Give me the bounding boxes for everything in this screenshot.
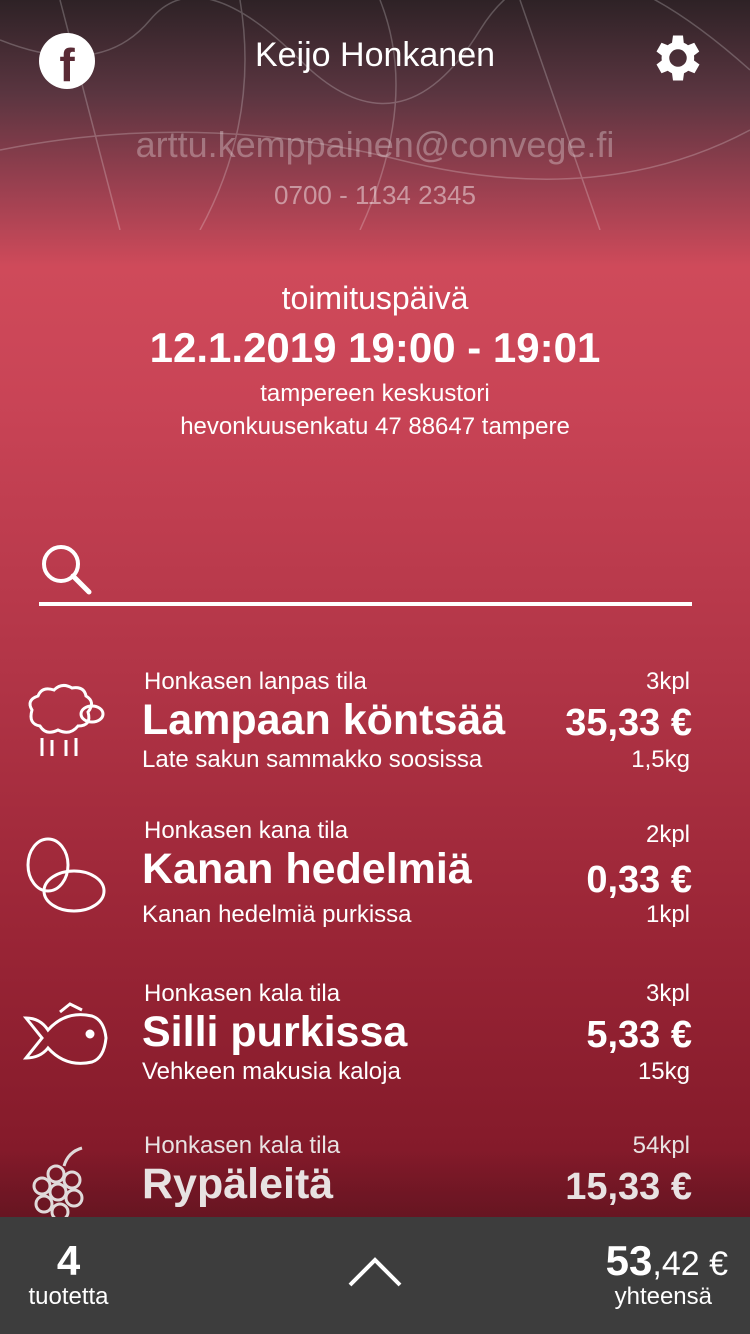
product-weight: 15kg (637, 1058, 690, 1085)
farm-name: Honkasen kala tila (144, 1132, 341, 1159)
delivery-place: tampereen keskustori (260, 380, 490, 407)
product-description: Late sakun sammakko soosissa (142, 746, 483, 773)
cart-footer: 4 tuotetta 53,42 € yhteensä (0, 1217, 750, 1334)
item-count-label: tuotetta (28, 1283, 109, 1310)
product-name: Lampaan köntsää (142, 696, 506, 744)
list-item[interactable]: Honkasen kala tila Silli purkissa Vehkee… (0, 980, 750, 1120)
product-price: 35,33 € (565, 702, 692, 744)
fish-icon (22, 1002, 108, 1065)
settings-gear-icon[interactable] (648, 28, 708, 88)
expand-chevron-up-icon[interactable] (347, 1255, 403, 1289)
eggs-icon (26, 837, 106, 913)
total-main: 53 (605, 1237, 653, 1284)
product-weight: 1kpl (645, 901, 690, 928)
user-email: arttu.kemppainen@convege.fi (135, 124, 615, 165)
product-quantity: 2kpl (645, 821, 690, 848)
product-name: Kanan hedelmiä (142, 845, 472, 893)
total-label: yhteensä (614, 1283, 712, 1310)
delivery-label: toimituspäivä (281, 280, 469, 316)
total-price: 53,42 € (606, 1237, 728, 1285)
product-quantity: 3kpl (645, 668, 690, 695)
item-count: 4 (56, 1237, 81, 1284)
product-price: 15,33 € (565, 1166, 692, 1208)
user-name: Keijo Honkanen (254, 36, 496, 74)
search-field[interactable] (39, 538, 692, 606)
list-item[interactable]: Honkasen lanpas tila Lampaan köntsää Lat… (0, 668, 750, 808)
product-price: 0,33 € (586, 859, 692, 901)
farm-name: Honkasen lanpas tila (144, 668, 367, 695)
product-weight: 1,5kg (631, 746, 690, 773)
product-description: Kanan hedelmiä purkissa (142, 901, 412, 928)
product-name: Rypäleitä (142, 1160, 334, 1208)
product-quantity: 3kpl (645, 980, 690, 1007)
product-name: Silli purkissa (142, 1008, 408, 1056)
product-description: Vehkeen makusia kaloja (142, 1058, 401, 1085)
list-item[interactable]: Honkasen kana tila Kanan hedelmiä Kanan … (0, 817, 750, 957)
product-price: 5,33 € (586, 1014, 692, 1056)
user-phone: 0700 - 1134 2345 (274, 180, 476, 210)
search-icon (42, 545, 92, 595)
sheep-icon (28, 683, 105, 756)
farm-name: Honkasen kana tila (144, 817, 349, 844)
total-rest: ,42 € (652, 1245, 728, 1283)
farm-name: Honkasen kala tila (144, 980, 341, 1007)
search-input[interactable] (105, 548, 685, 592)
delivery-address: hevonkuusenkatu 47 88647 tampere (180, 413, 570, 440)
list-item[interactable]: Honkasen kala tila Rypäleitä 54kpl 15,33… (0, 1132, 750, 1222)
product-quantity: 54kpl (632, 1132, 690, 1159)
delivery-datetime: 12.1.2019 19:00 - 19:01 (149, 324, 601, 371)
